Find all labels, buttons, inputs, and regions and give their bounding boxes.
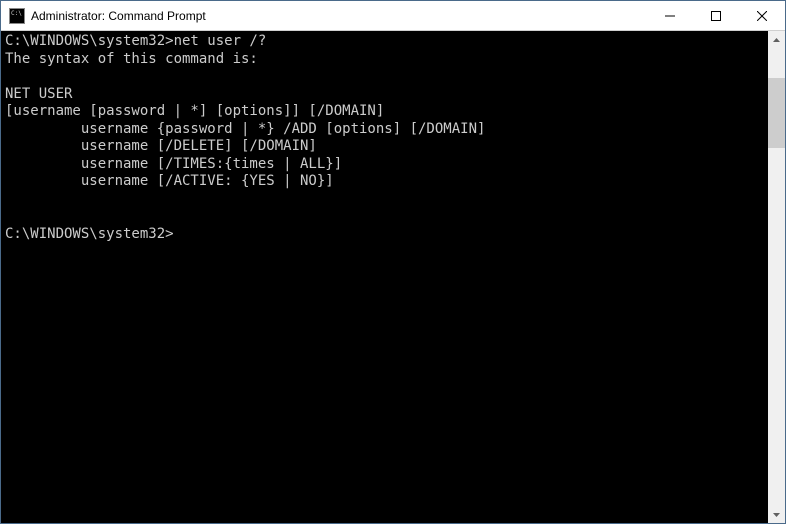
output-line: username [/TIMES:{times | ALL}] <box>5 156 342 172</box>
close-icon <box>757 11 767 21</box>
output-line: username [/DELETE] [/DOMAIN] <box>5 138 317 154</box>
scroll-up-button[interactable] <box>768 31 785 48</box>
scrollbar-thumb[interactable] <box>768 78 785 148</box>
output-line: username [/ACTIVE: {YES | NO}] <box>5 173 334 189</box>
vertical-scrollbar[interactable] <box>768 31 785 523</box>
prompt: C:\WINDOWS\system32> <box>5 33 174 49</box>
maximize-icon <box>711 11 721 21</box>
maximize-button[interactable] <box>693 1 739 30</box>
command-prompt-window: Administrator: Command Prompt C:\WINDOWS <box>0 0 786 524</box>
chevron-down-icon <box>773 513 780 517</box>
scrollbar-track[interactable] <box>768 48 785 506</box>
window-controls <box>647 1 785 30</box>
scroll-down-button[interactable] <box>768 506 785 523</box>
output-line: NET USER <box>5 86 72 102</box>
cmd-icon <box>9 8 25 24</box>
client-area: C:\WINDOWS\system32>net user /? The synt… <box>1 31 785 523</box>
console-output[interactable]: C:\WINDOWS\system32>net user /? The synt… <box>1 31 768 523</box>
window-title: Administrator: Command Prompt <box>31 9 647 23</box>
command-text: net user /? <box>174 33 267 49</box>
minimize-button[interactable] <box>647 1 693 30</box>
prompt: C:\WINDOWS\system32> <box>5 226 174 242</box>
titlebar[interactable]: Administrator: Command Prompt <box>1 1 785 31</box>
output-line: The syntax of this command is: <box>5 51 258 67</box>
close-button[interactable] <box>739 1 785 30</box>
chevron-up-icon <box>773 38 780 42</box>
output-line: [username [password | *] [options]] [/DO… <box>5 103 384 119</box>
output-line: username {password | *} /ADD [options] [… <box>5 121 485 137</box>
minimize-icon <box>665 11 675 21</box>
